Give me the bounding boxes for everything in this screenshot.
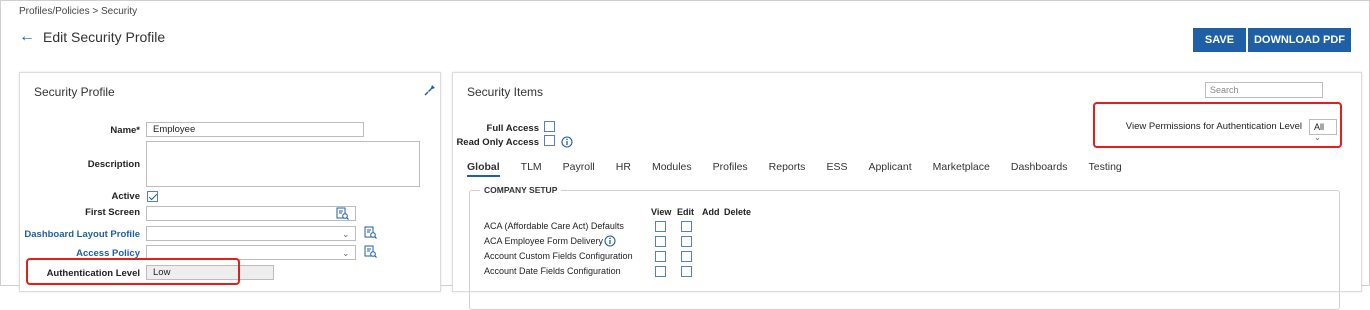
permission-row-label: ACA Employee Form Delivery bbox=[484, 236, 604, 246]
read-only-checkbox[interactable] bbox=[544, 135, 555, 146]
tab-testing[interactable]: Testing bbox=[1088, 161, 1121, 173]
column-header-add: Add bbox=[702, 207, 720, 217]
edit-checkbox[interactable] bbox=[681, 251, 692, 262]
view-checkbox[interactable] bbox=[655, 236, 666, 247]
tab-tlm[interactable]: TLM bbox=[521, 161, 542, 173]
tab-payroll[interactable]: Payroll bbox=[563, 161, 595, 173]
tab-modules[interactable]: Modules bbox=[652, 161, 692, 173]
app-frame: Profiles/Policies > Security ← Edit Secu… bbox=[0, 0, 1370, 310]
full-access-label: Full Access bbox=[486, 123, 539, 134]
highlight-box bbox=[1093, 102, 1342, 148]
chevron-down-icon[interactable]: ⌄ bbox=[342, 230, 350, 239]
card-title: Security Items bbox=[467, 85, 544, 99]
tab-hr[interactable]: HR bbox=[616, 161, 631, 173]
name-label: Name* bbox=[110, 125, 140, 136]
download-pdf-button[interactable]: DOWNLOAD PDF bbox=[1248, 28, 1351, 52]
tab-marketplace[interactable]: Marketplace bbox=[933, 161, 990, 173]
active-label: Active bbox=[111, 191, 140, 202]
pin-icon[interactable] bbox=[424, 84, 436, 96]
column-header-delete: Delete bbox=[724, 207, 752, 217]
lookup-icon[interactable] bbox=[336, 207, 349, 220]
column-header-view: View bbox=[651, 207, 672, 217]
company-setup-section: COMPANY SETUP View Edit Add Delete ACA (… bbox=[469, 185, 1340, 310]
view-checkbox[interactable] bbox=[655, 266, 666, 277]
page-header: ← Edit Security Profile bbox=[19, 29, 166, 46]
search-input[interactable]: Search bbox=[1205, 82, 1323, 98]
view-checkbox[interactable] bbox=[655, 221, 666, 232]
read-only-label: Read Only Access bbox=[456, 137, 539, 148]
highlight-box bbox=[26, 258, 240, 285]
tab-reports[interactable]: Reports bbox=[769, 161, 806, 173]
tabs: Global TLM Payroll HR Modules Profiles R… bbox=[467, 161, 1143, 177]
first-screen-field[interactable] bbox=[146, 206, 356, 221]
save-button[interactable]: SAVE bbox=[1193, 28, 1246, 52]
tab-profiles[interactable]: Profiles bbox=[713, 161, 748, 173]
tab-ess[interactable]: ESS bbox=[826, 161, 847, 173]
edit-checkbox[interactable] bbox=[681, 221, 692, 232]
active-checkbox[interactable] bbox=[147, 191, 158, 202]
tab-global[interactable]: Global bbox=[467, 161, 500, 177]
dashboard-layout-label[interactable]: Dashboard Layout Profile bbox=[20, 229, 140, 240]
tab-dashboards[interactable]: Dashboards bbox=[1011, 161, 1068, 173]
section-title: COMPANY SETUP bbox=[480, 185, 562, 195]
permission-row-label: Account Date Fields Configuration bbox=[484, 266, 621, 276]
full-access-checkbox[interactable] bbox=[544, 121, 555, 132]
edit-checkbox[interactable] bbox=[681, 236, 692, 247]
name-field[interactable]: Employee bbox=[146, 122, 364, 137]
tab-applicant[interactable]: Applicant bbox=[868, 161, 911, 173]
permission-row-label: Account Custom Fields Configuration bbox=[484, 251, 633, 261]
card-title: Security Profile bbox=[34, 85, 115, 99]
page-title: Edit Security Profile bbox=[43, 29, 166, 45]
lookup-icon[interactable] bbox=[364, 245, 377, 258]
column-header-edit: Edit bbox=[677, 207, 694, 217]
info-icon[interactable] bbox=[604, 235, 616, 247]
edit-checkbox[interactable] bbox=[681, 266, 692, 277]
first-screen-label: First Screen bbox=[85, 207, 140, 218]
description-field[interactable] bbox=[146, 141, 420, 187]
back-arrow-icon[interactable]: ← bbox=[19, 29, 35, 45]
description-label: Description bbox=[87, 159, 140, 170]
permission-row-label: ACA (Affordable Care Act) Defaults bbox=[484, 221, 624, 231]
view-checkbox[interactable] bbox=[655, 251, 666, 262]
breadcrumb[interactable]: Profiles/Policies > Security bbox=[19, 6, 137, 17]
info-icon[interactable] bbox=[561, 136, 573, 148]
chevron-down-icon[interactable]: ⌄ bbox=[342, 249, 350, 258]
dashboard-layout-select[interactable] bbox=[146, 226, 356, 241]
lookup-icon[interactable] bbox=[364, 226, 377, 239]
